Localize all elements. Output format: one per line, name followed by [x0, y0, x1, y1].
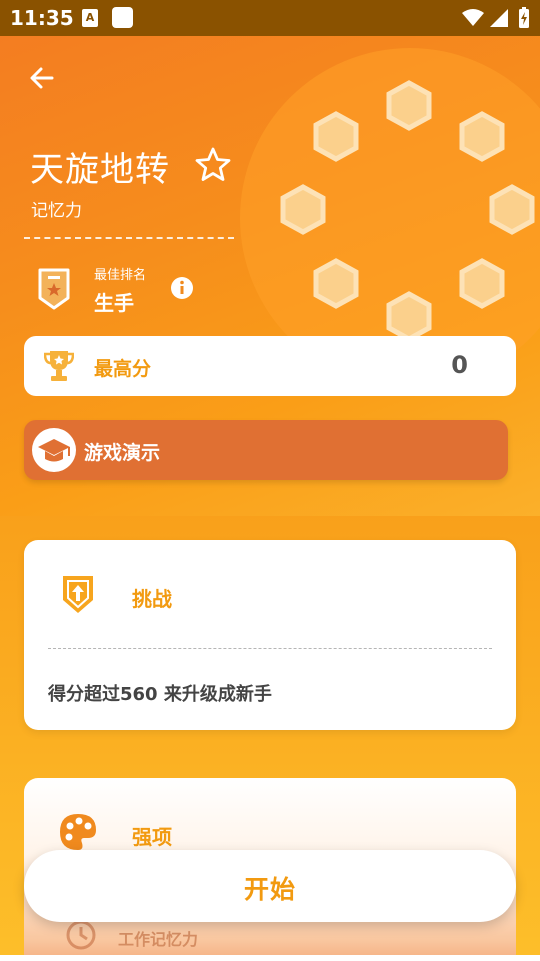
working-memory-label: 工作记忆力: [118, 930, 199, 949]
keyboard-indicator-icon: A: [82, 9, 98, 27]
wifi-icon: [462, 9, 484, 26]
challenge-title: 挑战: [132, 587, 172, 611]
start-button[interactable]: 开始: [24, 850, 516, 922]
game-detail-screen: 11:35 A 天旋地转 记忆力 最佳排名 生手 最高分 0 游戏演示 挑战 得…: [0, 0, 540, 961]
status-bar: 11:35 A: [0, 0, 540, 36]
challenge-card: 挑战 得分超过560 来升级成新手: [24, 540, 516, 730]
header-divider: [24, 237, 234, 239]
hexagon-ring-decoration: [280, 80, 535, 342]
start-button-label: 开始: [243, 875, 296, 904]
favorite-star-icon[interactable]: [194, 146, 232, 184]
upgrade-shield-icon: [63, 576, 93, 613]
best-rank-value: 生手: [94, 291, 134, 315]
challenge-divider: [48, 648, 492, 649]
challenge-description: 得分超过560 来升级成新手: [48, 684, 272, 705]
high-score-label: 最高分: [94, 358, 152, 380]
info-icon[interactable]: [170, 276, 194, 300]
strength-title: 强项: [132, 825, 172, 849]
trophy-icon: [44, 351, 74, 381]
best-rank-label: 最佳排名: [94, 268, 147, 283]
high-score-value: 0: [451, 351, 468, 379]
graduation-cap-icon: [32, 428, 76, 472]
notification-square-icon: [112, 7, 133, 28]
working-memory-icon: [66, 920, 96, 950]
game-demo-button[interactable]: 游戏演示: [24, 420, 508, 480]
game-demo-label: 游戏演示: [84, 442, 161, 464]
rank-badge-icon: [38, 268, 70, 310]
palette-icon: [60, 814, 96, 850]
status-time: 11:35: [10, 6, 74, 30]
battery-charging-icon: [519, 7, 529, 28]
game-title: 天旋地转: [30, 150, 170, 190]
navigation-bar-strip: [0, 955, 540, 961]
signal-icon: [490, 9, 508, 27]
back-arrow-icon[interactable]: [26, 62, 58, 94]
game-category: 记忆力: [31, 201, 82, 221]
high-score-card: 最高分 0: [24, 336, 516, 396]
